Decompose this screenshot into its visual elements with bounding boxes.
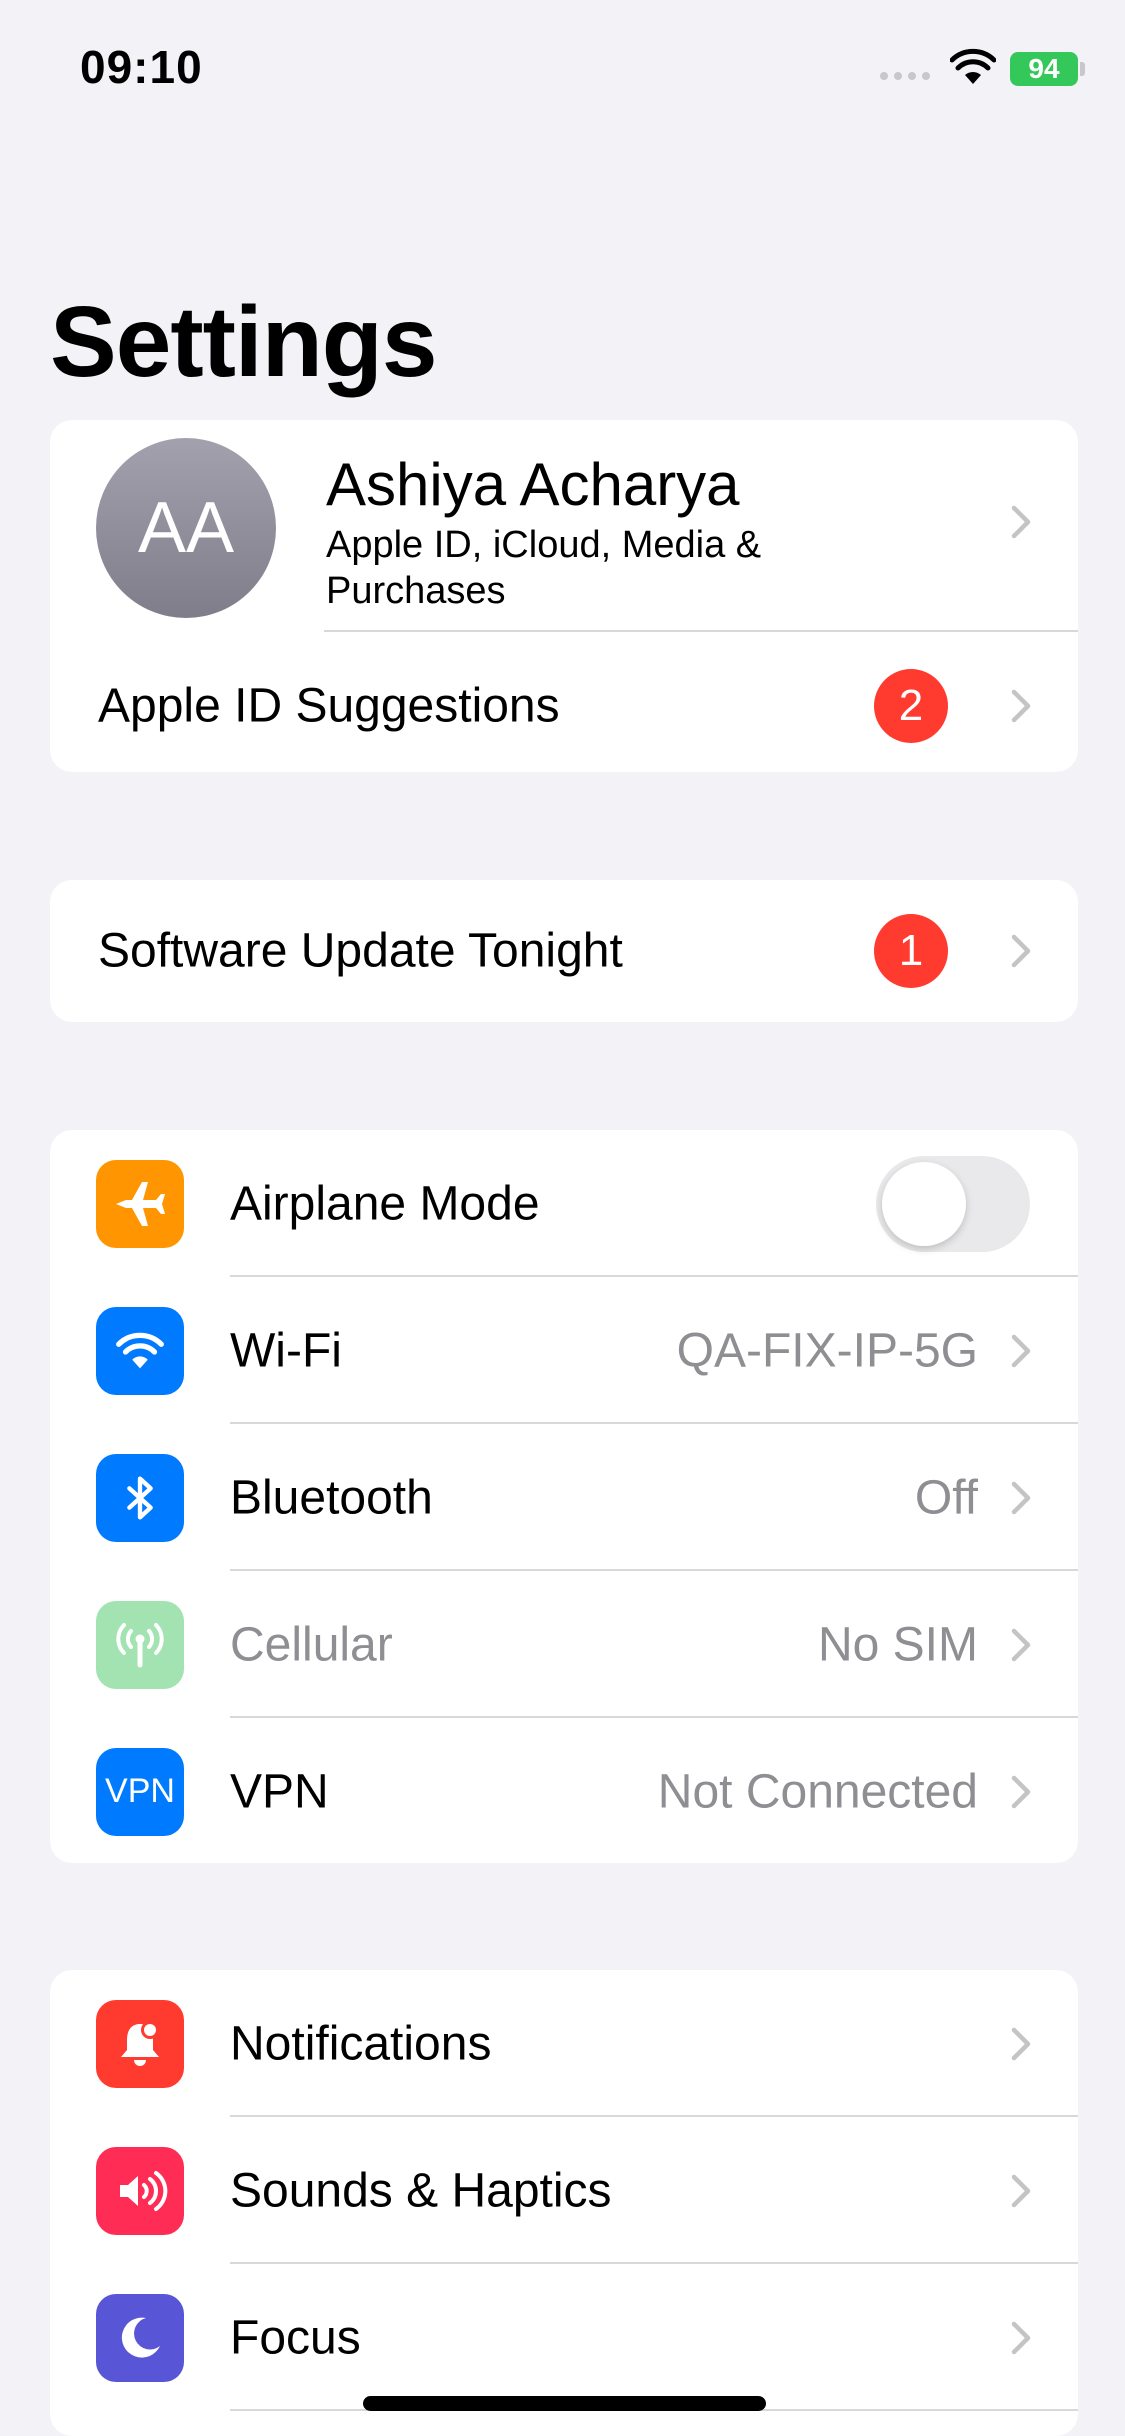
airplane-mode-label: Airplane Mode [230, 1177, 540, 1230]
home-indicator[interactable] [363, 2396, 766, 2411]
airplane-mode-row: Airplane Mode [50, 1130, 1078, 1277]
chevron-right-icon [1011, 1775, 1031, 1808]
update-badge: 1 [874, 914, 948, 988]
profile-subtitle: Apple ID, iCloud, Media & Purchases [326, 524, 762, 612]
status-bar: 09:10 94 [0, 0, 1125, 140]
wifi-status-icon [950, 48, 996, 84]
wifi-value: QA-FIX-IP-5G [676, 1324, 978, 1377]
bluetooth-row[interactable]: Bluetooth Off [50, 1424, 1078, 1571]
bell-icon [96, 1999, 184, 2088]
status-time: 09:10 [80, 41, 203, 93]
vpn-label: VPN [230, 1765, 329, 1818]
airplane-icon [96, 1159, 184, 1248]
suggestions-badge: 2 [874, 668, 948, 743]
vpn-value: Not Connected [657, 1765, 978, 1818]
sounds-haptics-row[interactable]: Sounds & Haptics [50, 2117, 1078, 2264]
cellular-row[interactable]: Cellular No SIM [50, 1571, 1078, 1718]
chevron-right-icon [1011, 1334, 1031, 1367]
airplane-mode-toggle[interactable] [876, 1155, 1030, 1252]
bluetooth-icon [96, 1453, 184, 1542]
notifications-row[interactable]: Notifications [50, 1970, 1078, 2117]
focus-row[interactable]: Focus [50, 2264, 1078, 2411]
avatar: AA [96, 438, 276, 618]
wifi-row[interactable]: Wi-Fi QA-FIX-IP-5G [50, 1277, 1078, 1424]
speaker-icon [96, 2146, 184, 2235]
wifi-icon [96, 1306, 184, 1395]
chevron-right-icon [1011, 2321, 1031, 2354]
antenna-icon [96, 1600, 184, 1689]
moon-icon [96, 2293, 184, 2382]
bluetooth-label: Bluetooth [230, 1471, 433, 1524]
vpn-row[interactable]: VPN VPN Not Connected [50, 1718, 1078, 1863]
chevron-right-icon [1011, 689, 1031, 722]
focus-label: Focus [230, 2311, 361, 2364]
cellular-signal-icon [880, 72, 930, 80]
chevron-right-icon [1011, 1481, 1031, 1514]
toggle-knob [882, 1161, 966, 1246]
apple-id-card: AA Ashiya Acharya Apple ID, iCloud, Medi… [50, 420, 1078, 772]
vpn-icon: VPN [96, 1747, 184, 1836]
chevron-right-icon [1011, 934, 1031, 968]
chevron-right-icon [1011, 1628, 1031, 1661]
battery-tip [1080, 62, 1085, 76]
software-update-card: Software Update Tonight 1 [50, 880, 1078, 1022]
cellular-value: No SIM [817, 1618, 978, 1671]
bluetooth-value: Off [914, 1471, 978, 1524]
notifications-card: Notifications Sounds & Haptics Focus [50, 1970, 1078, 2436]
chevron-right-icon [1011, 2027, 1031, 2060]
page-title: Settings [50, 286, 437, 398]
notifications-label: Notifications [230, 2017, 492, 2070]
sounds-haptics-label: Sounds & Haptics [230, 2164, 612, 2217]
battery-icon: 94 [1010, 52, 1078, 86]
software-update-row[interactable]: Software Update Tonight 1 [50, 880, 1078, 1022]
connectivity-card: Airplane Mode Wi-Fi QA-FIX-IP-5G Bluetoo… [50, 1130, 1078, 1863]
suggestions-label: Apple ID Suggestions [98, 679, 560, 732]
profile-name: Ashiya Acharya [326, 451, 740, 518]
chevron-right-icon [1011, 505, 1031, 539]
apple-id-suggestions-row[interactable]: Apple ID Suggestions 2 [50, 632, 1078, 772]
software-update-label: Software Update Tonight [98, 924, 623, 978]
chevron-right-icon [1011, 2174, 1031, 2207]
cellular-label: Cellular [230, 1618, 393, 1671]
wifi-label: Wi-Fi [230, 1324, 342, 1377]
